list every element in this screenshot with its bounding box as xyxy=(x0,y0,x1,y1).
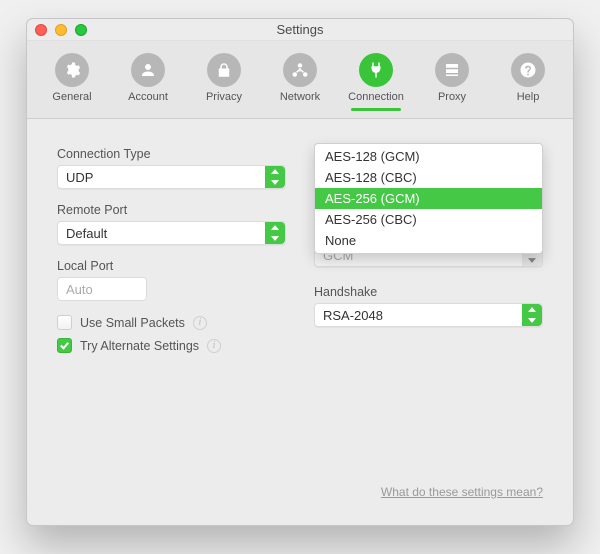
left-column: Connection Type UDP Remote Port Default xyxy=(57,147,286,353)
small-packets-row[interactable]: Use Small Packets i xyxy=(57,315,286,330)
encryption-option[interactable]: AES-128 (GCM) xyxy=(315,146,542,167)
connection-type-label: Connection Type xyxy=(57,147,286,161)
stepper-icon xyxy=(265,222,285,244)
stepper-icon xyxy=(265,166,285,188)
stepper-icon xyxy=(522,304,542,326)
window-title: Settings xyxy=(27,22,573,37)
network-icon xyxy=(283,53,317,87)
tab-privacy[interactable]: Privacy xyxy=(193,49,255,109)
alternate-label: Try Alternate Settings xyxy=(80,339,199,353)
local-port-label: Local Port xyxy=(57,259,286,273)
gear-icon xyxy=(55,53,89,87)
user-icon xyxy=(131,53,165,87)
lock-icon xyxy=(207,53,241,87)
checkbox-checked-icon[interactable] xyxy=(57,338,72,353)
tab-label: Help xyxy=(517,91,540,103)
encryption-option[interactable]: AES-256 (CBC) xyxy=(315,209,542,230)
alternate-row[interactable]: Try Alternate Settings i xyxy=(57,338,286,353)
tab-general[interactable]: General xyxy=(41,49,103,109)
local-port-placeholder: Auto xyxy=(66,282,93,297)
encryption-option[interactable]: None xyxy=(315,230,542,251)
settings-window: Settings General Account Privacy Network xyxy=(26,18,574,526)
right-column: AES-128 (GCM) AES-128 (CBC) AES-256 (GCM… xyxy=(314,147,543,353)
encryption-dropdown[interactable]: AES-128 (GCM) AES-128 (CBC) AES-256 (GCM… xyxy=(314,143,543,254)
handshake-value: RSA-2048 xyxy=(323,308,383,323)
question-icon xyxy=(511,53,545,87)
local-port-input[interactable]: Auto xyxy=(57,277,147,301)
toolbar: General Account Privacy Network Connecti… xyxy=(27,41,573,119)
tab-label: Network xyxy=(280,91,320,103)
tab-connection[interactable]: Connection xyxy=(345,49,407,109)
handshake-select[interactable]: RSA-2048 xyxy=(314,303,543,327)
remote-port-value: Default xyxy=(66,226,107,241)
tab-help[interactable]: Help xyxy=(497,49,559,109)
tab-label: Proxy xyxy=(438,91,466,103)
settings-body: Connection Type UDP Remote Port Default xyxy=(27,119,573,525)
connection-type-select[interactable]: UDP xyxy=(57,165,286,189)
tab-label: General xyxy=(52,91,91,103)
tab-label: Account xyxy=(128,91,168,103)
encryption-option[interactable]: AES-128 (CBC) xyxy=(315,167,542,188)
tab-account[interactable]: Account xyxy=(117,49,179,109)
small-packets-label: Use Small Packets xyxy=(80,316,185,330)
encryption-option-selected[interactable]: AES-256 (GCM) xyxy=(315,188,542,209)
checkbox-unchecked-icon[interactable] xyxy=(57,315,72,330)
tab-network[interactable]: Network xyxy=(269,49,331,109)
remote-port-select[interactable]: Default xyxy=(57,221,286,245)
connection-type-value: UDP xyxy=(66,170,93,185)
tab-label: Connection xyxy=(348,91,404,103)
handshake-label: Handshake xyxy=(314,285,543,299)
info-icon[interactable]: i xyxy=(207,339,221,353)
server-icon xyxy=(435,53,469,87)
tab-proxy[interactable]: Proxy xyxy=(421,49,483,109)
tab-label: Privacy xyxy=(206,91,242,103)
help-link[interactable]: What do these settings mean? xyxy=(381,485,543,499)
info-icon[interactable]: i xyxy=(193,316,207,330)
titlebar: Settings xyxy=(27,19,573,41)
remote-port-label: Remote Port xyxy=(57,203,286,217)
plug-icon xyxy=(359,53,393,87)
